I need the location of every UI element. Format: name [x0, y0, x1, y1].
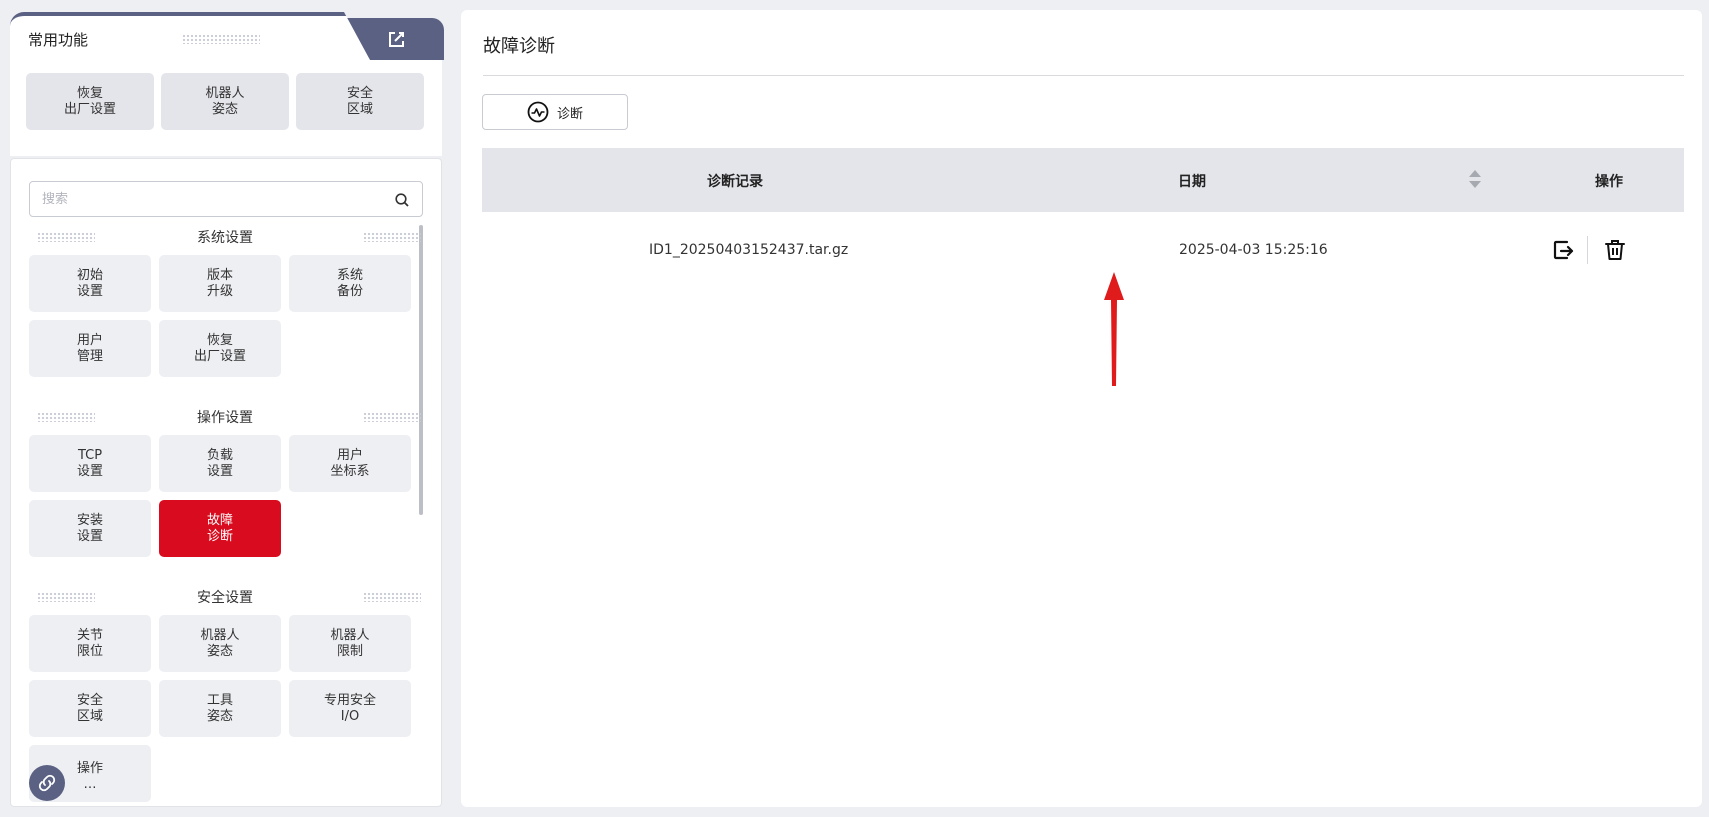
table-header: 诊断记录 日期 操作 — [482, 148, 1684, 212]
decorative-dots — [37, 412, 95, 422]
column-header-actions: 操作 — [1595, 174, 1623, 190]
record-filename: ID1_20250403152437.tar.gz — [649, 242, 849, 258]
menu-item-robot-pose[interactable]: 机器人 姿态 — [159, 615, 281, 672]
title-divider — [483, 75, 1684, 76]
menu-item-tcp-setup[interactable]: TCP 设置 — [29, 435, 151, 492]
left-panel: 常用功能 恢复 出厂设置 机器人 姿态 安全 区域 系统设置 初始 设置 版本 … — [10, 12, 444, 807]
menu-panel: 系统设置 初始 设置 版本 升级 系统 备份 用户 管理 恢复 出厂设置 操作设… — [10, 158, 442, 807]
diagnose-button[interactable]: 诊断 — [482, 94, 628, 130]
section-title-text: 安全设置 — [197, 590, 253, 606]
search-box — [29, 181, 423, 217]
decorative-dots — [363, 412, 421, 422]
fav-button-robot-pose[interactable]: 机器人 姿态 — [161, 73, 289, 130]
menu-item-fault-diagnosis[interactable]: 故障 诊断 — [159, 500, 281, 557]
decorative-dots — [37, 232, 95, 242]
fav-button-safety-zone[interactable]: 安全 区域 — [296, 73, 424, 130]
menu-item-factory-reset[interactable]: 恢复 出厂设置 — [159, 320, 281, 377]
menu-item-tool-pose[interactable]: 工具 姿态 — [159, 680, 281, 737]
menu-item-safety-io[interactable]: 专用安全 I/O — [289, 680, 411, 737]
section-title-text: 操作设置 — [197, 410, 253, 426]
column-header-record: 诊断记录 — [707, 174, 763, 190]
favorites-body: 恢复 出厂设置 机器人 姿态 安全 区域 — [10, 60, 442, 156]
menu-item-safety-zone[interactable]: 安全 区域 — [29, 680, 151, 737]
decorative-dots — [363, 232, 421, 242]
link-icon — [38, 774, 56, 792]
diagnose-button-label: 诊断 — [556, 106, 583, 122]
section-title-operation: 操作设置 — [29, 407, 421, 427]
menu-item-user-frame[interactable]: 用户 坐标系 — [289, 435, 411, 492]
section-title-system: 系统设置 — [29, 227, 421, 247]
trash-icon[interactable] — [1603, 238, 1627, 262]
menu-item-version-upgrade[interactable]: 版本 升级 — [159, 255, 281, 312]
search-input[interactable] — [42, 190, 372, 208]
section-title-safety: 安全设置 — [29, 587, 421, 607]
decorative-dots — [37, 592, 95, 602]
menu-item-joint-limits[interactable]: 关节 限位 — [29, 615, 151, 672]
menu-item-payload-setup[interactable]: 负载 设置 — [159, 435, 281, 492]
pulse-icon — [527, 101, 549, 123]
page-title: 故障诊断 — [483, 36, 555, 57]
section-title-text: 系统设置 — [197, 230, 253, 246]
decorative-dots — [182, 34, 260, 44]
record-date: 2025-04-03 15:25:16 — [1179, 242, 1328, 258]
menu-item-system-backup[interactable]: 系统 备份 — [289, 255, 411, 312]
decorative-dots — [363, 592, 421, 602]
menu-scrollbar[interactable] — [419, 225, 423, 515]
menu-item-install-setup[interactable]: 安装 设置 — [29, 500, 151, 557]
fav-button-factory-reset[interactable]: 恢复 出厂设置 — [26, 73, 154, 130]
edit-icon[interactable] — [386, 30, 406, 50]
search-icon[interactable] — [394, 192, 410, 208]
export-icon[interactable] — [1551, 238, 1575, 262]
menu-item-robot-limits[interactable]: 机器人 限制 — [289, 615, 411, 672]
action-separator — [1587, 236, 1588, 264]
floating-link-button[interactable] — [29, 765, 65, 801]
main-panel: 故障诊断 诊断 诊断记录 日期 操作 ID1_20250403152437.ta… — [461, 10, 1702, 807]
favorites-header: 常用功能 — [10, 12, 444, 60]
annotation-arrow — [1104, 272, 1124, 386]
menu-item-initial-setup[interactable]: 初始 设置 — [29, 255, 151, 312]
sort-icon[interactable] — [1468, 168, 1482, 190]
favorites-title: 常用功能 — [28, 31, 89, 49]
menu-item-user-management[interactable]: 用户 管理 — [29, 320, 151, 377]
column-header-date: 日期 — [1178, 174, 1206, 190]
